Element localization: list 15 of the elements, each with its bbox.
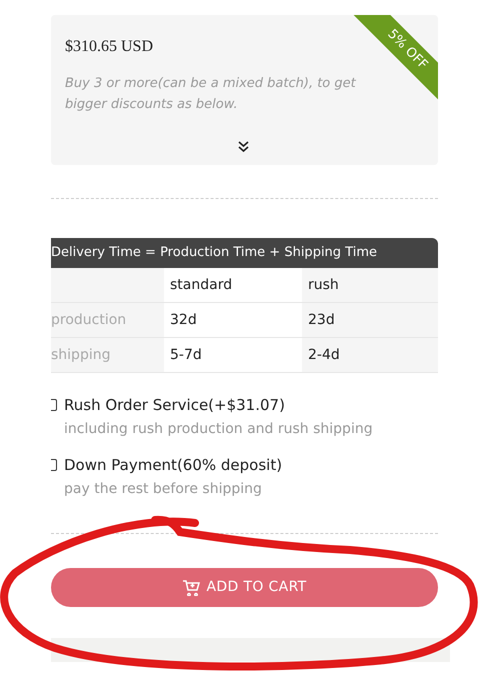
table-cell: 2-4d [302, 338, 438, 372]
table-cell: 23d [302, 303, 438, 337]
price: $310.65 USD [65, 37, 154, 57]
option-label: Down Payment(60% deposit) [64, 455, 282, 475]
option-note: pay the rest before shipping [64, 480, 263, 499]
table-title: Delivery Time = Production Time + Shipping Time [51, 238, 438, 268]
discount-note: Buy 3 or more(can be a mixed batch), to get bigger discounts as below. [65, 75, 357, 114]
cart-icon [182, 580, 200, 596]
option-note: including rush production and rush shipping [64, 420, 373, 439]
row-header: production [51, 303, 164, 337]
double-chevron-icon[interactable] [238, 141, 249, 153]
add-to-cart-button[interactable]: ADD TO CART [51, 568, 438, 607]
row-header: shipping [51, 338, 164, 372]
column-header: rush [302, 268, 438, 302]
option-label: Rush Order Service(+$31.07) [64, 395, 286, 415]
